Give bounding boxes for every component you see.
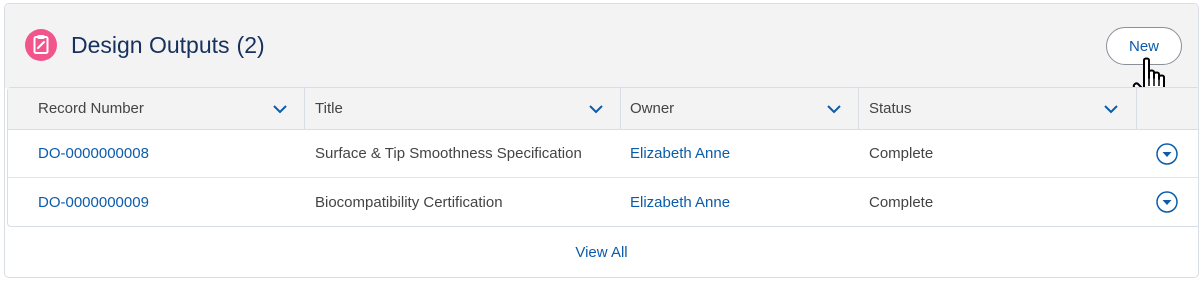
card-title-text[interactable]: Design Outputs <box>71 32 230 59</box>
column-header-status[interactable]: Status <box>869 88 912 129</box>
chevron-down-icon[interactable] <box>588 101 604 117</box>
row-actions-dropdown-icon[interactable] <box>1156 191 1178 213</box>
table-row: DO-0000000009 Biocompatibility Certifica… <box>8 178 1198 226</box>
chevron-down-icon[interactable] <box>272 101 288 117</box>
card-header: Design Outputs (2) New <box>5 4 1198 103</box>
column-header-title[interactable]: Title <box>315 88 343 129</box>
title-cell: Surface & Tip Smoothness Specification <box>315 145 582 162</box>
row-actions-dropdown-icon[interactable] <box>1156 143 1178 165</box>
related-list-card: Design Outputs (2) New Record Number Tit… <box>4 3 1199 278</box>
record-number-link[interactable]: DO-0000000008 <box>38 130 149 177</box>
column-header-record-number[interactable]: Record Number <box>38 88 144 129</box>
column-header-owner[interactable]: Owner <box>630 88 674 129</box>
chevron-down-icon[interactable] <box>826 101 842 117</box>
records-table: Record Number Title Owner Status DO-0000… <box>7 87 1198 227</box>
status-cell: Complete <box>869 145 934 162</box>
card-title[interactable]: Design Outputs (2) <box>71 32 265 59</box>
owner-link[interactable]: Elizabeth Anne <box>630 130 730 177</box>
clipboard-icon <box>25 29 57 61</box>
status-cell: Complete <box>869 193 934 211</box>
owner-link[interactable]: Elizabeth Anne <box>630 178 730 226</box>
title-cell: Biocompatibility Certification <box>315 193 503 211</box>
record-number-link[interactable]: DO-0000000009 <box>38 178 149 226</box>
table-header-row: Record Number Title Owner Status <box>8 88 1198 130</box>
record-count: (2) <box>236 32 265 58</box>
chevron-down-icon[interactable] <box>1103 101 1119 117</box>
view-all-link[interactable]: View All <box>575 244 627 261</box>
card-footer: View All <box>5 226 1198 277</box>
table-row: DO-0000000008 Surface & Tip Smoothness S… <box>8 130 1198 178</box>
